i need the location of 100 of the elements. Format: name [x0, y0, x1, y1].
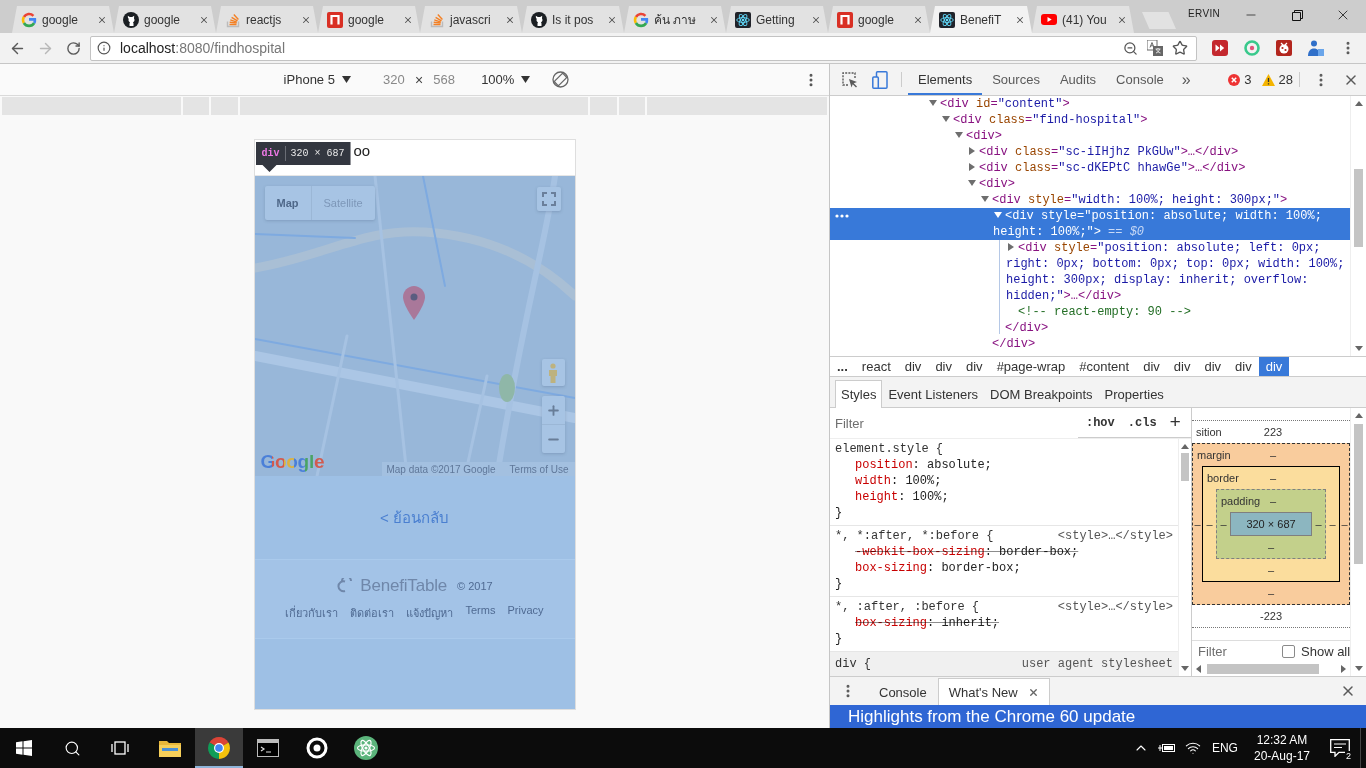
breadcrumb[interactable]: ...: [830, 357, 855, 376]
triangle-right-icon[interactable]: [1006, 242, 1016, 252]
close-icon[interactable]: [913, 14, 923, 25]
breadcrumb[interactable]: div: [1228, 357, 1259, 376]
breadcrumb[interactable]: react: [854, 357, 898, 376]
stylesheet-link[interactable]: <style>…</style>: [1057, 599, 1173, 615]
clock[interactable]: 12:32 AM 20-Aug-17: [1243, 728, 1320, 768]
browser-tab[interactable]: google: [828, 6, 930, 33]
triangle-right-icon[interactable]: [967, 162, 977, 172]
panel-tab[interactable]: Audits: [1049, 64, 1107, 95]
browser-tab[interactable]: google: [318, 6, 420, 33]
close-icon[interactable]: [199, 14, 209, 25]
close-icon[interactable]: [97, 14, 107, 25]
zoom-select[interactable]: 100%: [481, 72, 531, 87]
wifi-icon[interactable]: [1184, 740, 1201, 756]
drawer-tab[interactable]: What's New: [937, 678, 1050, 705]
dom-tree-row[interactable]: <div class="sc-dKEPtC hhawGe">…</div>: [830, 160, 1350, 176]
scroll-right-arrow-icon[interactable]: [1341, 665, 1346, 673]
triangle-down-icon[interactable]: [980, 194, 990, 204]
close-icon[interactable]: [403, 14, 413, 25]
device-select[interactable]: iPhone 5: [283, 72, 351, 87]
sidebar-tab[interactable]: Styles: [835, 380, 883, 408]
close-icon[interactable]: [709, 14, 719, 25]
spotted-tile-icon[interactable]: [1276, 40, 1292, 56]
scrollbar-thumb[interactable]: [1354, 169, 1363, 247]
ellipsis-icon[interactable]: [835, 214, 849, 218]
profile-button[interactable]: ERVIN: [1188, 8, 1220, 19]
breadcrumb[interactable]: div: [928, 357, 959, 376]
show-all-checkbox[interactable]: [1282, 645, 1295, 658]
triangle-down-icon[interactable]: [954, 130, 964, 140]
scroll-up-arrow-icon[interactable]: [1354, 413, 1363, 418]
breadcrumb[interactable]: #content: [1072, 357, 1137, 376]
new-rule-button[interactable]: +: [1169, 411, 1181, 434]
rotate-icon[interactable]: [552, 71, 570, 88]
dom-tree-row[interactable]: <div style="width: 100%; height: 300px;">: [830, 192, 1350, 208]
dom-tree-row[interactable]: <div class="find-hospital">: [830, 112, 1350, 128]
dom-tree-row[interactable]: <div class="sc-iIHjhz PkGUw">…</div>: [830, 144, 1350, 160]
hover-state-button[interactable]: :hov: [1085, 415, 1115, 430]
star-icon[interactable]: [1172, 40, 1188, 56]
more-tabs-button[interactable]: »: [1173, 64, 1199, 95]
closing-tag-row[interactable]: </div>: [830, 320, 1350, 336]
triangle-down-icon[interactable]: [993, 210, 1003, 220]
close-icon[interactable]: [301, 14, 311, 25]
close-icon[interactable]: [811, 14, 821, 25]
stylesheet-link[interactable]: <style>…</style>: [1057, 528, 1173, 544]
restore-icon[interactable]: [1291, 9, 1303, 21]
close-icon[interactable]: [1027, 686, 1039, 698]
double-play-tile-icon[interactable]: [1212, 40, 1228, 56]
notification-button[interactable]: 2: [1320, 728, 1360, 768]
scrollbar-thumb[interactable]: [1181, 453, 1189, 481]
browser-tab[interactable]: reactjs: [216, 6, 318, 33]
stacked-windows-icon[interactable]: [111, 740, 129, 756]
browser-tab[interactable]: (41) You: [1032, 6, 1134, 33]
translate-tiles-icon[interactable]: [1147, 40, 1163, 56]
close-icon[interactable]: [505, 14, 515, 25]
breadcrumb[interactable]: div: [1258, 357, 1290, 376]
dom-tree-row[interactable]: <div style="position: absolute; left: 0px; right: 0px; bottom: 0px; top: 0px; width: 100%; height: 300px; display: inherit; overflow: hidden;">…</div>: [830, 240, 1350, 304]
browser-tab[interactable]: ค้น ภาษ: [624, 6, 726, 33]
breadcrumb[interactable]: #page-wrap: [989, 357, 1073, 376]
magnifier-minus-icon[interactable]: [1123, 40, 1138, 56]
language-indicator[interactable]: ENG: [1205, 728, 1244, 768]
four-pane-icon[interactable]: [16, 740, 32, 756]
scrollbar-thumb[interactable]: [1207, 664, 1319, 674]
address-bar[interactable]: localhost:8080/findhospital: [90, 35, 1197, 61]
cursor-box-icon[interactable]: [842, 71, 858, 88]
height-field[interactable]: 568: [425, 72, 464, 87]
stylesheet-link[interactable]: user agent stylesheet: [1021, 656, 1173, 672]
close-icon[interactable]: [1117, 14, 1127, 25]
closing-tag-row[interactable]: </div>: [830, 336, 1350, 352]
sidebar-tab[interactable]: DOM Breakpoints: [984, 380, 1099, 408]
scroll-down-arrow-icon[interactable]: [1354, 346, 1363, 351]
close-icon[interactable]: [607, 14, 617, 25]
scrollbar-thumb[interactable]: [1354, 424, 1363, 564]
triangle-down-icon[interactable]: [928, 98, 938, 108]
triangle-down-icon[interactable]: [941, 114, 951, 124]
breadcrumb[interactable]: div: [1197, 357, 1229, 376]
search-icon[interactable]: [63, 739, 81, 757]
dom-tree-row[interactable]: <!-- react-empty: 90 -->: [830, 304, 1350, 320]
battery-icon[interactable]: [1157, 742, 1176, 754]
scroll-down-arrow-icon[interactable]: [1354, 666, 1363, 671]
circular-arrow-icon[interactable]: [65, 40, 81, 56]
panel-tab[interactable]: Sources: [982, 64, 1050, 95]
person-icon[interactable]: [1308, 40, 1324, 56]
breadcrumb[interactable]: div: [1166, 357, 1198, 376]
close-icon[interactable]: [1340, 683, 1356, 699]
breadcrumb[interactable]: div: [1136, 357, 1167, 376]
triangle-right-icon[interactable]: [967, 146, 977, 156]
speech-bubble-icon[interactable]: [1330, 739, 1350, 757]
taskbar-app[interactable]: [195, 728, 243, 768]
browser-tab[interactable]: google: [12, 6, 114, 33]
drawer-tab[interactable]: Console: [868, 678, 938, 705]
dom-tree-row[interactable]: <div style="position: absolute; width: 100%; height: 100%;"> == $0: [830, 208, 1350, 240]
browser-tab[interactable]: javascri: [420, 6, 522, 33]
scroll-up-arrow-icon[interactable]: [1354, 101, 1363, 106]
dom-tree-row[interactable]: <div>: [830, 128, 1350, 144]
device-icon[interactable]: [872, 70, 888, 89]
info-icon[interactable]: [97, 41, 111, 55]
close-icon[interactable]: [1015, 14, 1025, 25]
browser-tab[interactable]: Getting: [726, 6, 828, 33]
triangle-down-icon[interactable]: [967, 178, 977, 188]
